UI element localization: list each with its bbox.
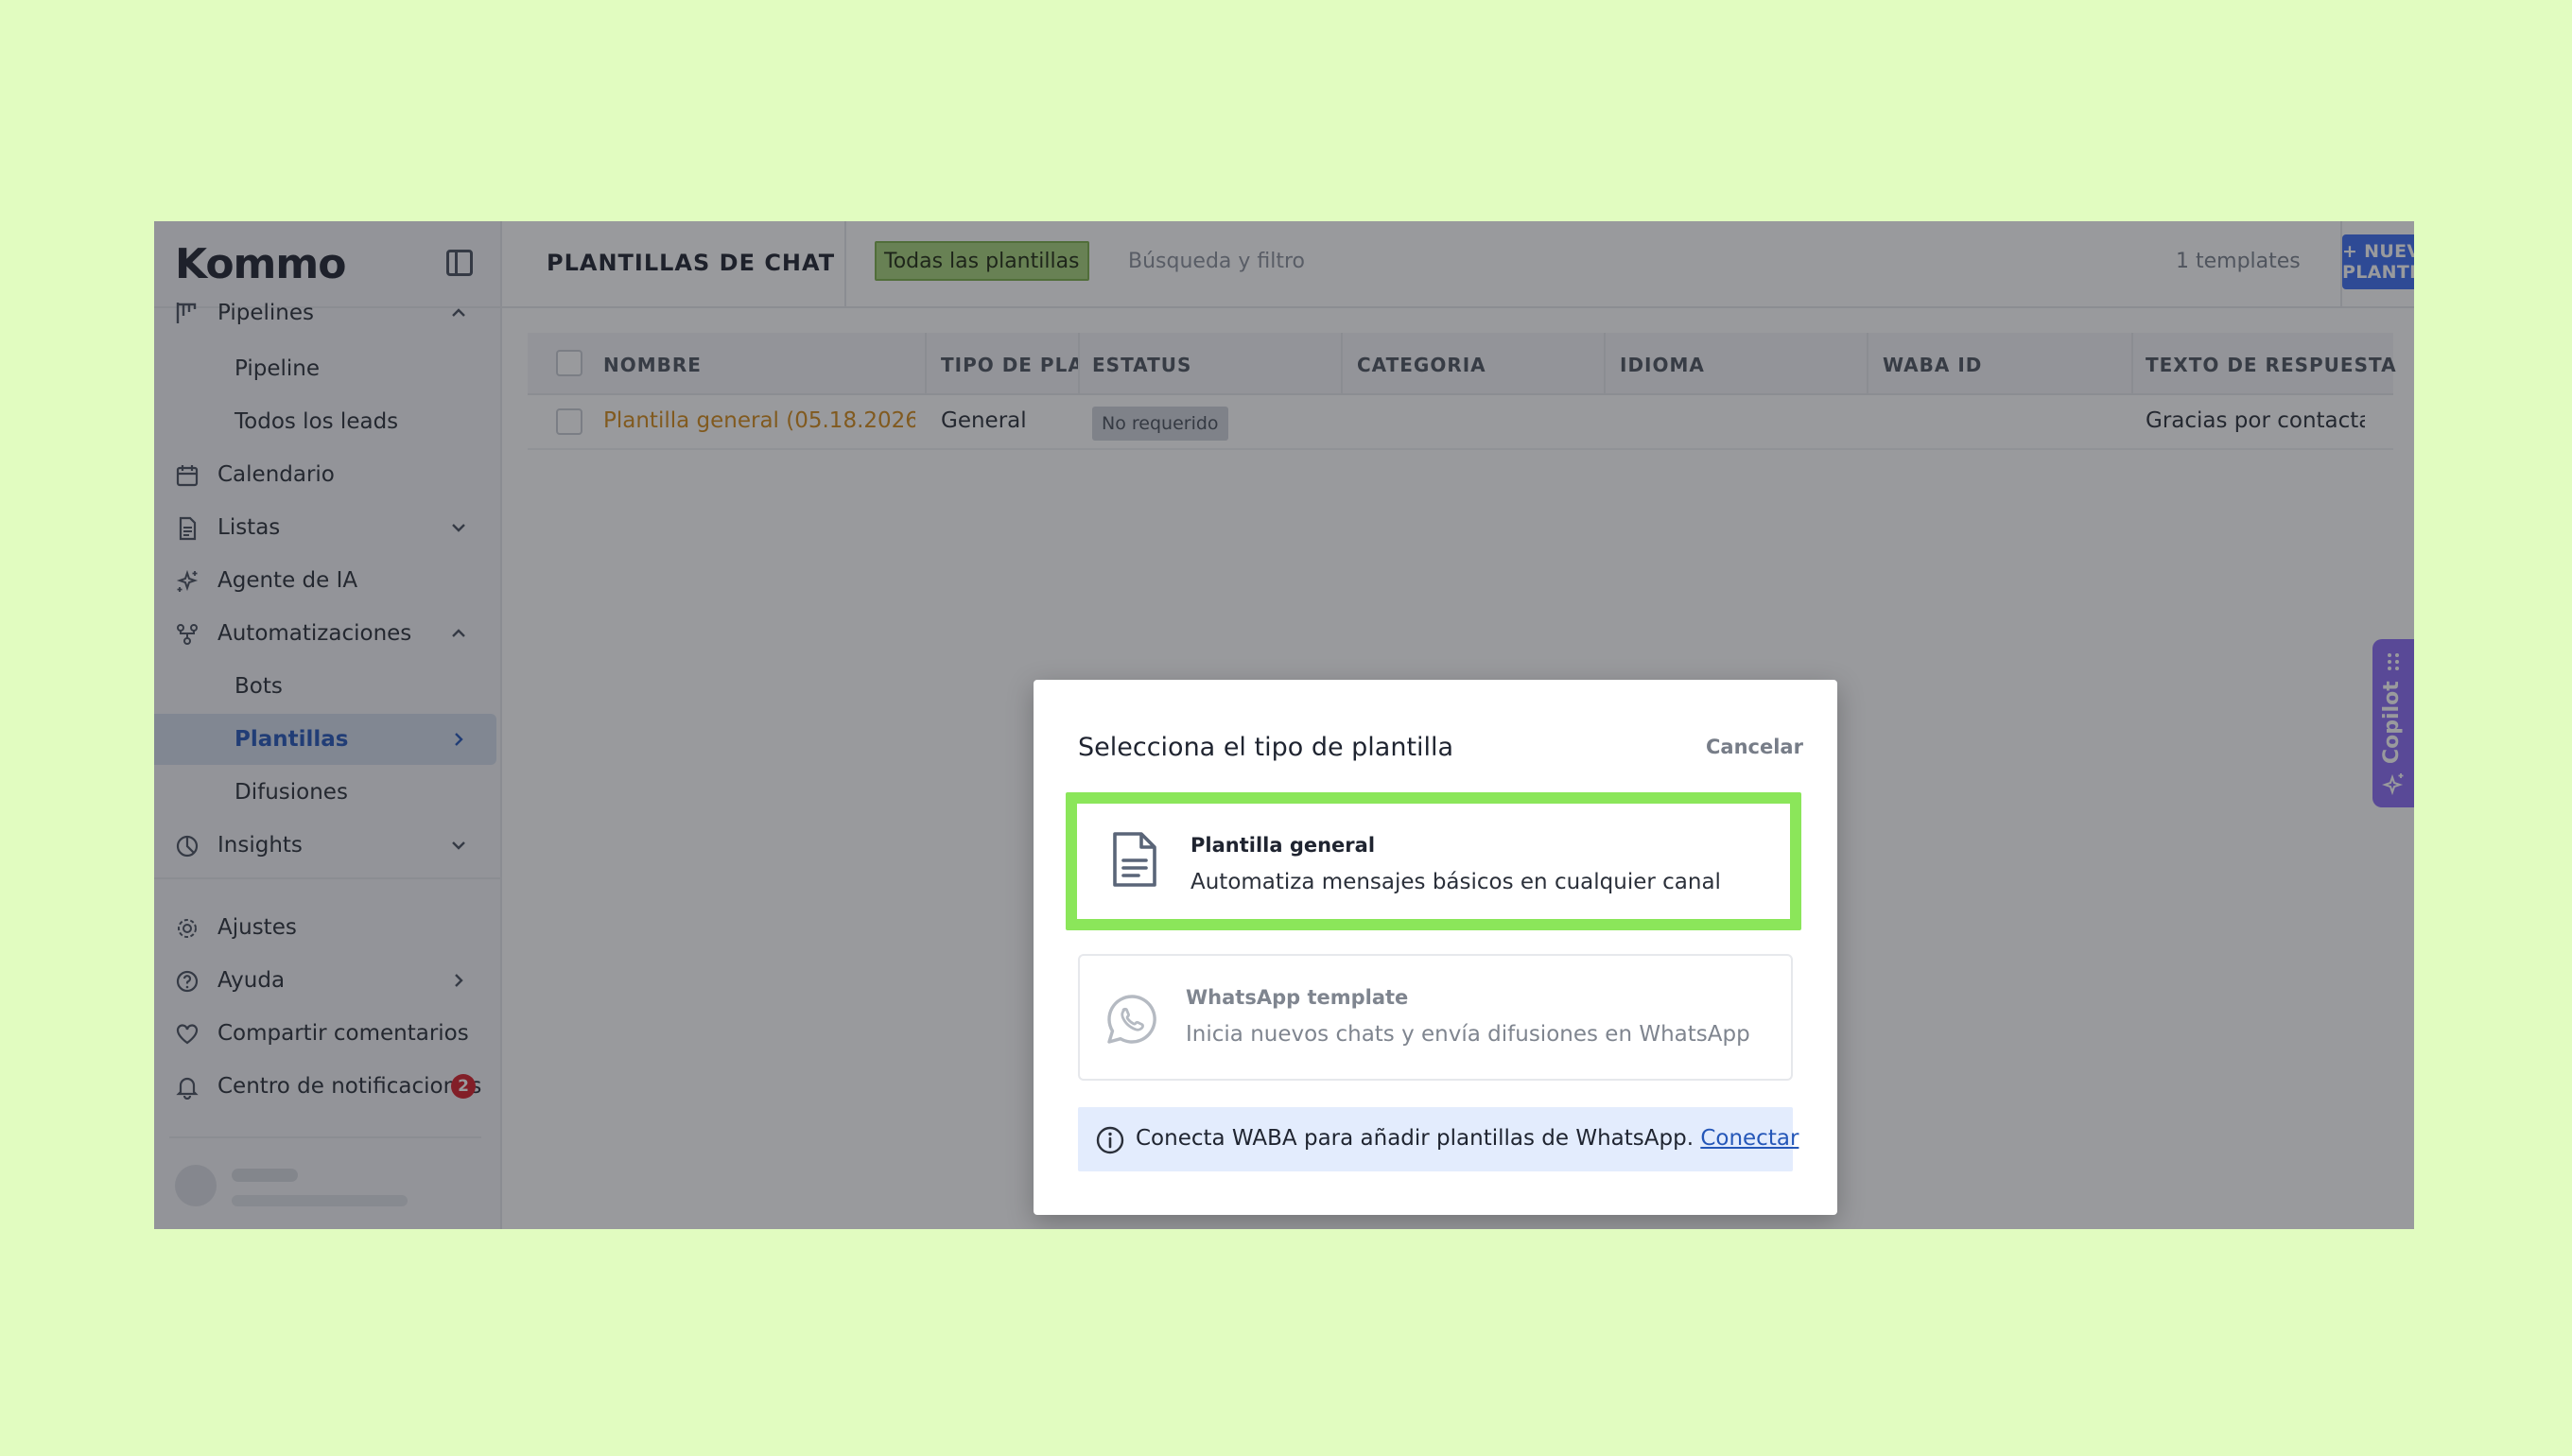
option-description: Automatiza mensajes básicos en cualquier…: [1190, 870, 1721, 894]
info-banner: Conecta WABA para añadir plantillas de W…: [1078, 1107, 1799, 1171]
whatsapp-icon: [1107, 995, 1156, 1044]
info-icon: [1096, 1126, 1124, 1154]
option-general-template[interactable]: Plantilla general Automatiza mensajes bá…: [1066, 792, 1801, 930]
info-message: Conecta WABA para añadir plantillas de W…: [1136, 1126, 1694, 1151]
app-window: Kommo Pipelines Pipeline Todos los leads…: [154, 221, 2414, 1229]
option-title: WhatsApp template: [1186, 986, 1409, 1009]
cancel-button[interactable]: Cancelar: [1706, 736, 1803, 758]
info-text: Conecta WABA para añadir plantillas de W…: [1136, 1126, 1799, 1151]
option-title: Plantilla general: [1190, 834, 1376, 857]
document-icon: [1113, 832, 1156, 887]
option-whatsapp-template[interactable]: WhatsApp template Inicia nuevos chats y …: [1078, 954, 1793, 1081]
option-description: Inicia nuevos chats y envía difusiones e…: [1186, 1022, 1750, 1047]
modal-title: Selecciona el tipo de plantilla: [1078, 733, 1454, 762]
connect-link[interactable]: Conectar: [1700, 1126, 1799, 1151]
template-type-modal: Selecciona el tipo de plantilla Cancelar…: [1034, 680, 1837, 1215]
